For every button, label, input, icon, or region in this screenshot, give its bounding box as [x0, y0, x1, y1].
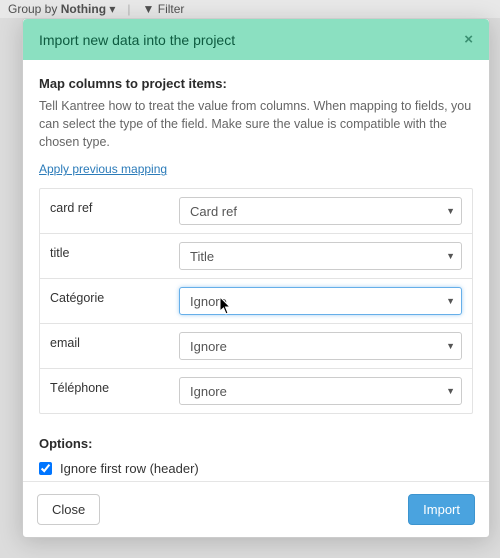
options-heading: Options: — [39, 436, 473, 451]
close-icon[interactable]: × — [464, 31, 473, 48]
map-label: title — [40, 234, 175, 278]
select-value: Title — [190, 249, 214, 264]
map-section-heading: Map columns to project items: — [39, 76, 473, 91]
select-value: Ignore — [190, 384, 227, 399]
select-value: Ignore — [190, 339, 227, 354]
ignore-header-label: Ignore first row (header) — [60, 461, 199, 476]
map-row-email: email Ignore ▼ — [40, 324, 472, 369]
modal-header: Import new data into the project × — [23, 19, 489, 60]
options-block: Options: Ignore first row (header) Updat… — [39, 436, 473, 481]
chevron-down-icon: ▼ — [446, 296, 455, 306]
select-value: Ignore — [190, 294, 227, 309]
map-select-card-ref[interactable]: Card ref ▼ — [179, 197, 462, 225]
map-label: Téléphone — [40, 369, 175, 413]
chevron-down-icon: ▼ — [446, 251, 455, 261]
map-select-telephone[interactable]: Ignore ▼ — [179, 377, 462, 405]
map-select-categorie[interactable]: Ignore ▼ — [179, 287, 462, 315]
apply-previous-mapping-link[interactable]: Apply previous mapping — [39, 162, 167, 176]
map-help-text: Tell Kantree how to treat the value from… — [39, 97, 473, 151]
map-label: email — [40, 324, 175, 368]
import-button[interactable]: Import — [408, 494, 475, 525]
map-row-telephone: Téléphone Ignore ▼ — [40, 369, 472, 413]
modal-title: Import new data into the project — [39, 32, 235, 48]
select-value: Card ref — [190, 204, 237, 219]
modal-footer: Close Import — [23, 481, 489, 537]
close-button[interactable]: Close — [37, 494, 100, 525]
ignore-header-checkbox[interactable] — [39, 462, 52, 475]
map-label: card ref — [40, 189, 175, 233]
chevron-down-icon: ▼ — [446, 341, 455, 351]
map-row-categorie: Catégorie Ignore ▼ — [40, 279, 472, 324]
map-row-card-ref: card ref Card ref ▼ — [40, 189, 472, 234]
map-row-title: title Title ▼ — [40, 234, 472, 279]
modal-body: Map columns to project items: Tell Kantr… — [23, 60, 489, 481]
chevron-down-icon: ▼ — [446, 386, 455, 396]
map-label: Catégorie — [40, 279, 175, 323]
option-ignore-header[interactable]: Ignore first row (header) — [39, 461, 473, 476]
mapping-table: card ref Card ref ▼ title Title ▼ — [39, 188, 473, 414]
map-select-email[interactable]: Ignore ▼ — [179, 332, 462, 360]
chevron-down-icon: ▼ — [446, 206, 455, 216]
map-select-title[interactable]: Title ▼ — [179, 242, 462, 270]
import-modal: Import new data into the project × Map c… — [22, 18, 490, 538]
